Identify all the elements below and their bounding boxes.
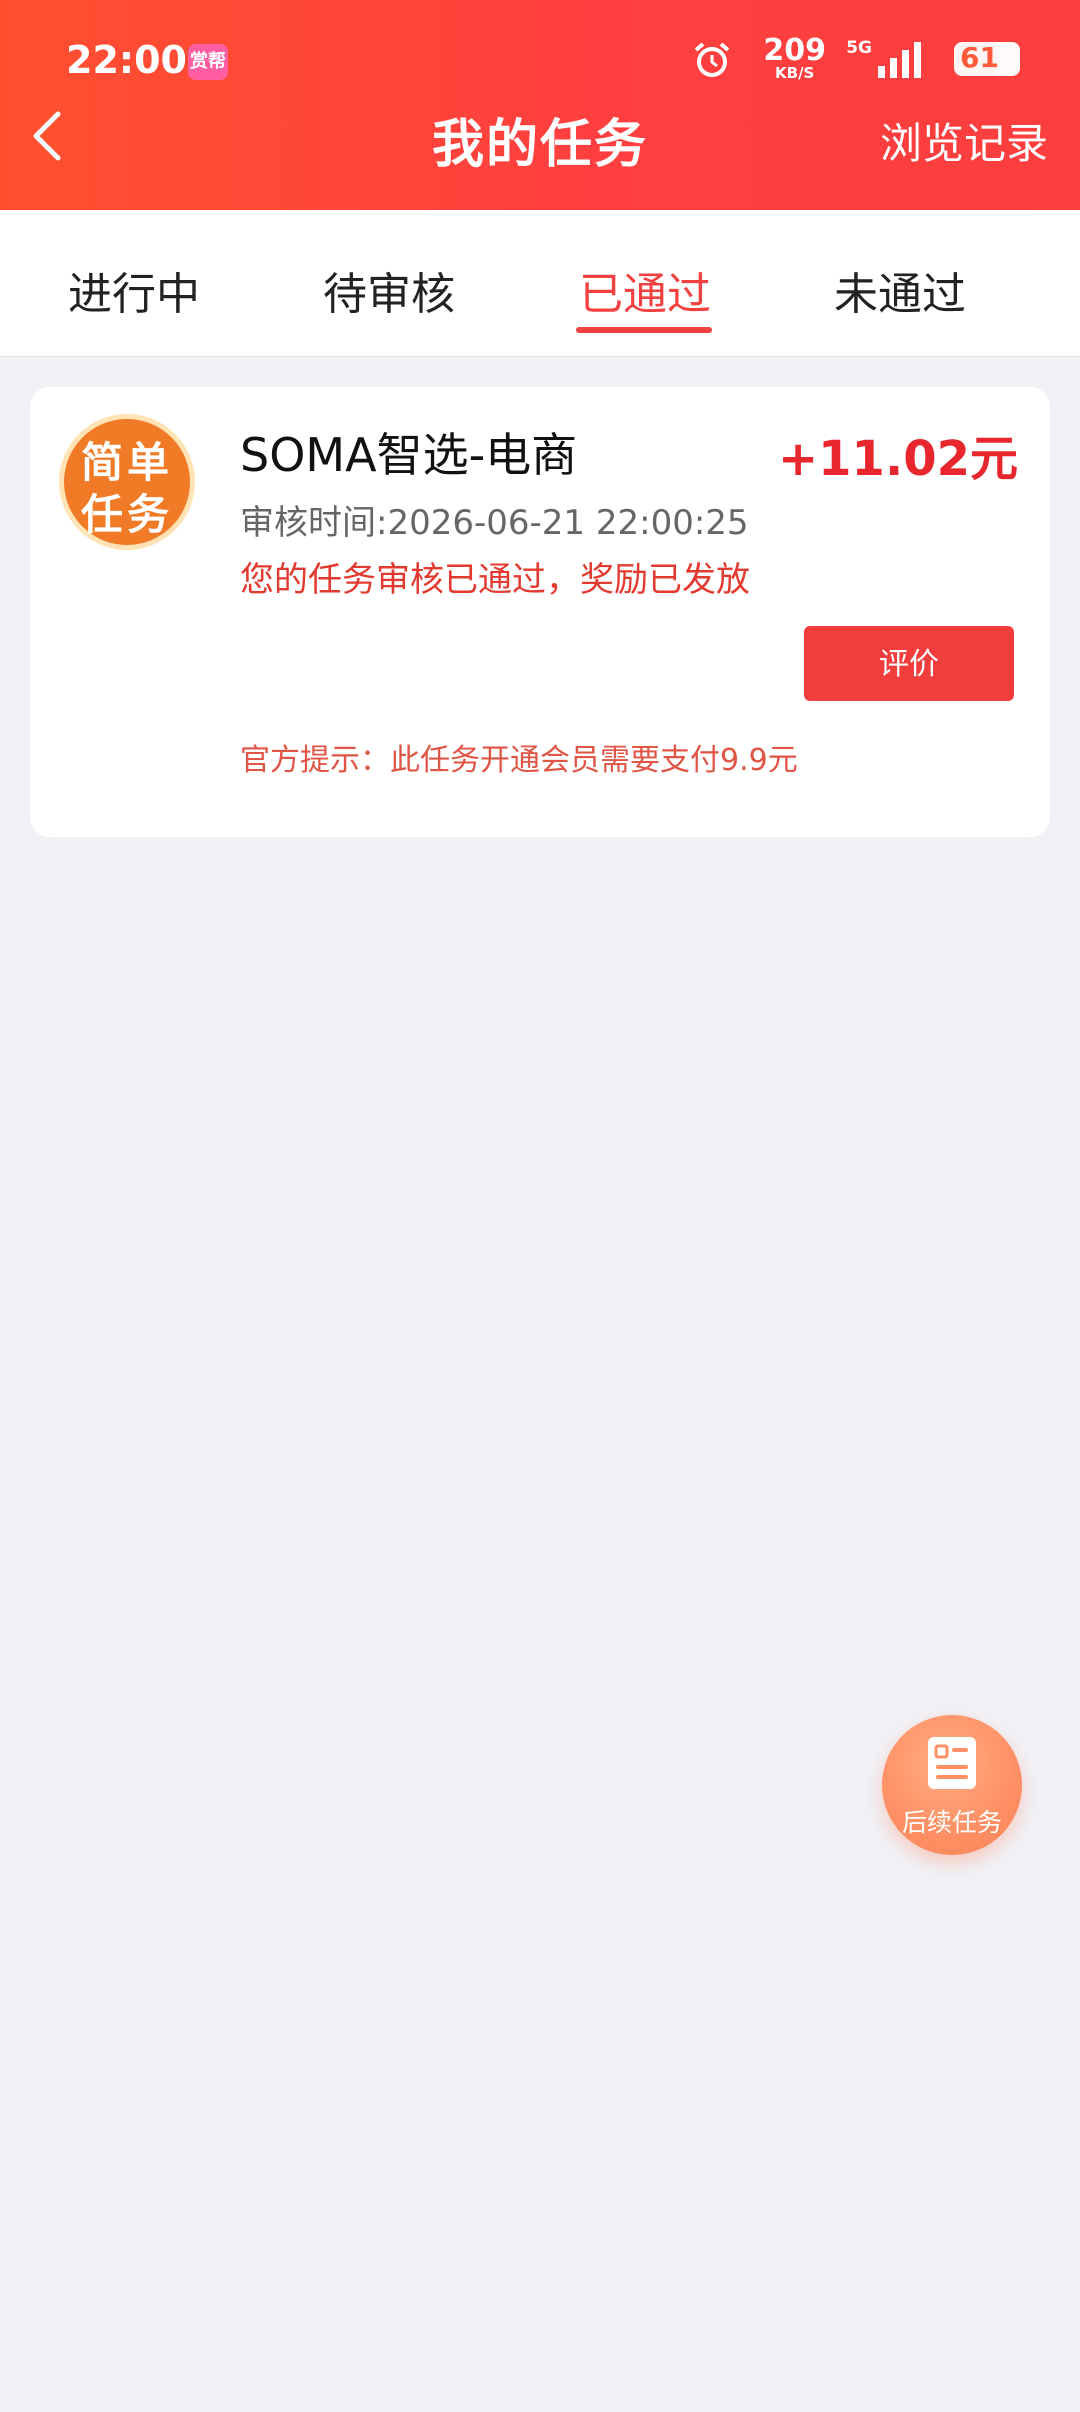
- header-bar: 22:00 赏帮 209 KB/S 5G 61 我的任务 浏览记录: [0, 0, 1080, 210]
- task-name: SOMA智选-电商: [240, 428, 578, 482]
- document-icon: [928, 1737, 976, 1789]
- fab-label: 后续任务: [901, 1808, 1002, 1837]
- tab-in-progress[interactable]: 进行中: [34, 258, 234, 322]
- follow-up-tasks-button[interactable]: 后续任务: [882, 1715, 1022, 1855]
- task-reward: +11.02元: [777, 431, 1018, 487]
- app-notification-icon: 赏帮: [188, 44, 228, 80]
- alarm-icon: [694, 42, 730, 77]
- signal-icon: [878, 42, 921, 78]
- tab-approved[interactable]: 已通过: [545, 258, 745, 322]
- status-time: 22:00: [66, 38, 187, 82]
- active-tab-indicator: [576, 327, 712, 333]
- network-speed: 209 KB/S: [763, 33, 826, 82]
- task-status-message: 您的任务审核已通过，奖励已发放: [240, 560, 750, 600]
- task-logo: 简单 任务: [64, 419, 190, 545]
- battery-level: 61: [960, 41, 999, 74]
- task-card[interactable]: 简单 任务 SOMA智选-电商 +11.02元 审核时间:2026-06-21 …: [30, 387, 1050, 837]
- review-button[interactable]: 评价: [804, 626, 1014, 701]
- tab-rejected[interactable]: 未通过: [800, 258, 1000, 322]
- network-type: 5G: [846, 38, 872, 58]
- official-tip: 官方提示：此任务开通会员需要支付9.9元: [240, 743, 798, 778]
- tab-pending-review[interactable]: 待审核: [289, 258, 489, 322]
- history-link[interactable]: 浏览记录: [880, 110, 1048, 171]
- battery-icon: 61: [954, 41, 1020, 76]
- review-time: 审核时间:2026-06-21 22:00:25: [240, 503, 749, 543]
- status-tabs: 进行中 待审核 已通过 未通过: [0, 210, 1080, 357]
